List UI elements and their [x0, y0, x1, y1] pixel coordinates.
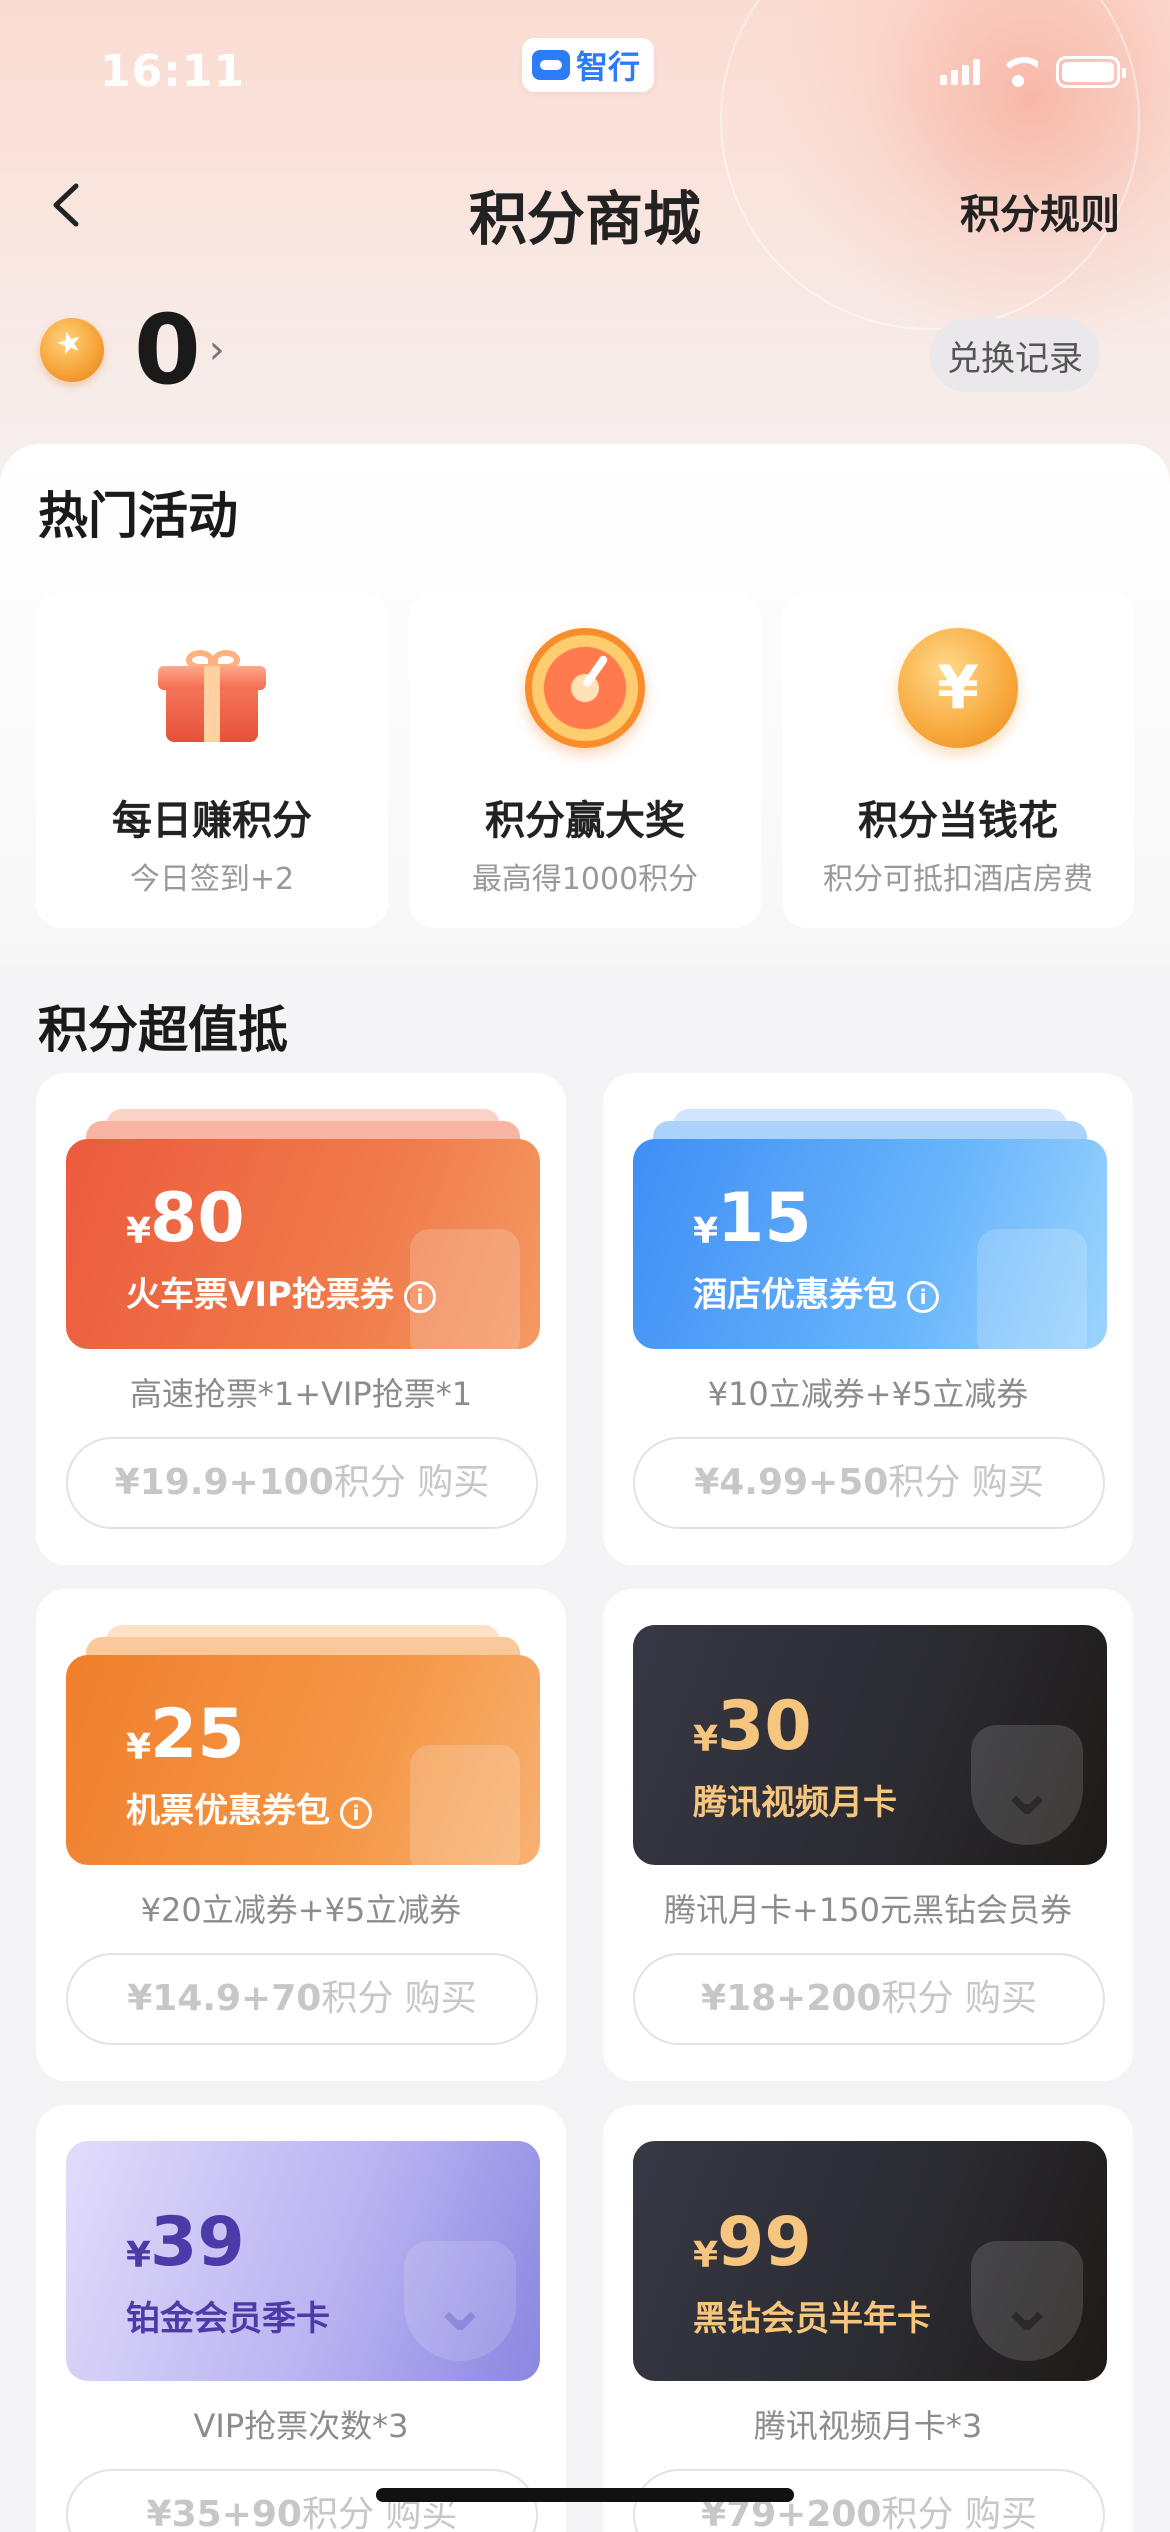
deal-card-train-vip[interactable]: ¥ 80 火车票VIP抢票券 i 高速抢票*1+VIP抢票*1 ¥19.9+100… — [36, 1073, 566, 1565]
activity-card-win-prize[interactable]: 积分赢大奖 最高得1000积分 — [409, 592, 761, 928]
activity-card-points-as-cash[interactable]: ¥ 积分当钱花 积分可抵扣酒店房费 — [782, 592, 1134, 928]
app-name: 智行 — [576, 48, 641, 86]
gift-icon — [152, 628, 272, 748]
deal-card-tencent-video[interactable]: ¥ 30 腾讯视频月卡 腾讯月卡+150元黑钻会员券 ¥18+200积分 购买 — [603, 1589, 1133, 2081]
shield-icon — [971, 2241, 1083, 2361]
info-icon[interactable]: i — [340, 1797, 372, 1829]
coupon-name: 酒店优惠券包 i — [693, 1267, 939, 1316]
nav-bar: 积分商城 积分规则 — [0, 160, 1170, 253]
deal-description: 高速抢票*1+VIP抢票*1 — [129, 1375, 473, 1413]
coupon-amount: 15 — [717, 1179, 812, 1258]
status-time: 16:11 — [100, 46, 246, 97]
activity-title: 每日赚积分 — [112, 798, 312, 844]
exchange-record-button[interactable]: 兑换记录 — [930, 318, 1100, 392]
wifi-icon — [998, 57, 1038, 87]
activity-card-earn-points[interactable]: 每日赚积分 今日签到+2 — [36, 592, 388, 928]
building-icon — [977, 1229, 1087, 1349]
deal-description: VIP抢票次数*3 — [193, 2407, 409, 2445]
points-balance[interactable]: 0 › — [40, 300, 225, 400]
coupon-name: 火车票VIP抢票券 i — [126, 1267, 436, 1316]
coupon-amount: 99 — [717, 2203, 812, 2282]
coupon-visual: ¥ 99 黑钻会员半年卡 — [633, 2141, 1107, 2381]
buy-button[interactable]: ¥18+200积分 购买 — [633, 1953, 1105, 2045]
deal-description: ¥10立减券+¥5立减券 — [707, 1375, 1029, 1413]
deals-title: 积分超值抵 — [38, 1001, 288, 1059]
shield-icon — [404, 2241, 516, 2361]
activity-title: 积分赢大奖 — [485, 798, 685, 844]
cellular-signal-icon — [940, 59, 980, 85]
chevron-right-icon: › — [208, 327, 225, 373]
status-icons — [940, 56, 1126, 88]
coupon-visual: ¥ 39 铂金会员季卡 — [66, 2141, 540, 2381]
points-rules-link[interactable]: 积分规则 — [960, 182, 1120, 240]
coupon-name: 机票优惠券包 i — [126, 1783, 372, 1832]
activity-subtitle: 今日签到+2 — [129, 862, 295, 897]
points-value: 0 — [134, 294, 201, 406]
yen-coin-icon: ¥ — [898, 628, 1018, 748]
deal-description: 腾讯月卡+150元黑钻会员券 — [664, 1891, 1072, 1929]
buy-button[interactable]: ¥19.9+100积分 购买 — [66, 1437, 538, 1529]
coupon-visual: ¥ 80 火车票VIP抢票券 i — [66, 1109, 540, 1349]
battery-icon — [1056, 56, 1126, 88]
app-badge[interactable]: 智行 — [522, 38, 655, 92]
buy-button[interactable]: ¥14.9+70积分 购买 — [66, 1953, 538, 2045]
coupon-visual: ¥ 25 机票优惠券包 i — [66, 1625, 540, 1865]
deal-card-hotel-coupons[interactable]: ¥ 15 酒店优惠券包 i ¥10立减券+¥5立减券 ¥4.99+50积分 购买 — [603, 1073, 1133, 1565]
info-icon[interactable]: i — [907, 1281, 939, 1313]
deal-description: 腾讯视频月卡*3 — [753, 2407, 983, 2445]
deal-card-black-diamond[interactable]: ¥ 99 黑钻会员半年卡 腾讯视频月卡*3 ¥79+200积分 购买 — [603, 2105, 1133, 2532]
coupon-name: 腾讯视频月卡 — [693, 1783, 897, 1823]
info-icon[interactable]: i — [403, 1281, 436, 1313]
coupon-name: 黑钻会员半年卡 — [693, 2299, 931, 2339]
activity-subtitle: 积分可抵扣酒店房费 — [823, 862, 1093, 897]
hot-activities-title: 热门活动 — [38, 487, 238, 545]
deal-card-flight-coupons[interactable]: ¥ 25 机票优惠券包 i ¥20立减券+¥5立减券 ¥14.9+70积分 购买 — [36, 1589, 566, 2081]
coupon-amount: 25 — [150, 1695, 245, 1774]
deal-card-platinum-membership[interactable]: ¥ 39 铂金会员季卡 VIP抢票次数*3 ¥35+90积分 购买 — [36, 2105, 566, 2532]
coupon-amount: 80 — [150, 1179, 245, 1258]
coupon-name: 铂金会员季卡 — [126, 2299, 330, 2339]
activity-subtitle: 最高得1000积分 — [471, 862, 699, 897]
buy-button[interactable]: ¥4.99+50积分 购买 — [633, 1437, 1105, 1529]
airplane-icon — [410, 1745, 520, 1865]
shield-icon — [971, 1725, 1083, 1845]
activity-title: 积分当钱花 — [858, 798, 1058, 844]
coupon-visual: ¥ 30 腾讯视频月卡 — [633, 1625, 1107, 1865]
deal-description: ¥20立减券+¥5立减券 — [140, 1891, 462, 1929]
coupon-visual: ¥ 15 酒店优惠券包 i — [633, 1109, 1107, 1349]
home-indicator[interactable] — [376, 2488, 794, 2502]
status-bar: 16:11 智行 — [0, 0, 1170, 140]
points-coin-icon — [40, 318, 104, 382]
coupon-amount: 30 — [717, 1687, 812, 1766]
prize-wheel-icon — [525, 628, 645, 748]
coupon-amount: 39 — [150, 2203, 245, 2282]
app-logo-icon — [532, 50, 570, 80]
